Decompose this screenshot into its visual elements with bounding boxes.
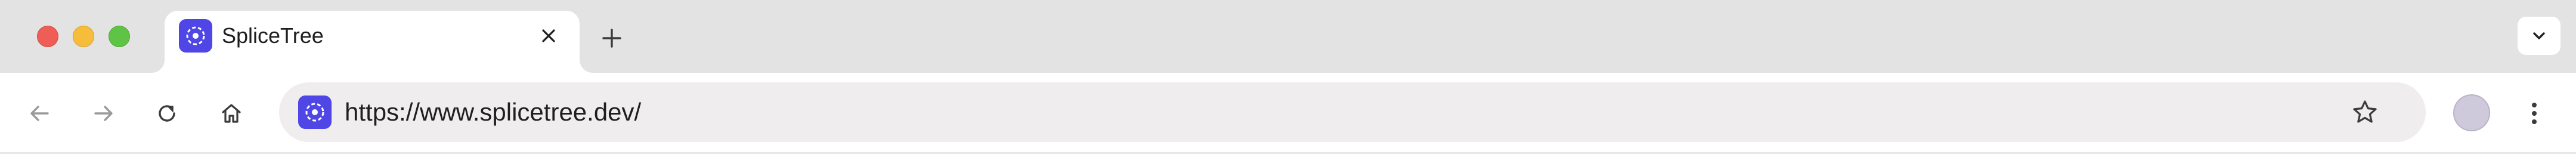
browser-toolbar: https://www.splicetree.dev/: [0, 73, 2576, 154]
url-text[interactable]: https://www.splicetree.dev/: [345, 99, 641, 125]
window-close-button[interactable]: [37, 26, 58, 47]
reload-icon[interactable]: [149, 96, 185, 131]
kebab-menu-icon[interactable]: [2516, 96, 2552, 131]
splicetree-logo-icon: [179, 19, 212, 53]
tab-strip: SpliceTree: [0, 0, 2576, 73]
site-info-icon[interactable]: [298, 96, 332, 129]
address-bar[interactable]: https://www.splicetree.dev/: [279, 82, 2426, 142]
tab-title: SpliceTree: [222, 23, 324, 48]
window-minimize-button[interactable]: [73, 26, 94, 47]
arrow-right-icon[interactable]: [86, 96, 122, 131]
window-maximize-button[interactable]: [109, 26, 130, 47]
tab-close-icon[interactable]: [534, 21, 563, 50]
tab-splicetree[interactable]: SpliceTree: [165, 11, 580, 73]
plus-icon[interactable]: [594, 20, 630, 56]
chevron-down-icon[interactable]: [2518, 17, 2560, 55]
home-icon[interactable]: [213, 96, 249, 131]
star-icon[interactable]: [2348, 96, 2382, 129]
arrow-left-icon[interactable]: [21, 96, 57, 131]
profile-avatar[interactable]: [2453, 94, 2490, 131]
